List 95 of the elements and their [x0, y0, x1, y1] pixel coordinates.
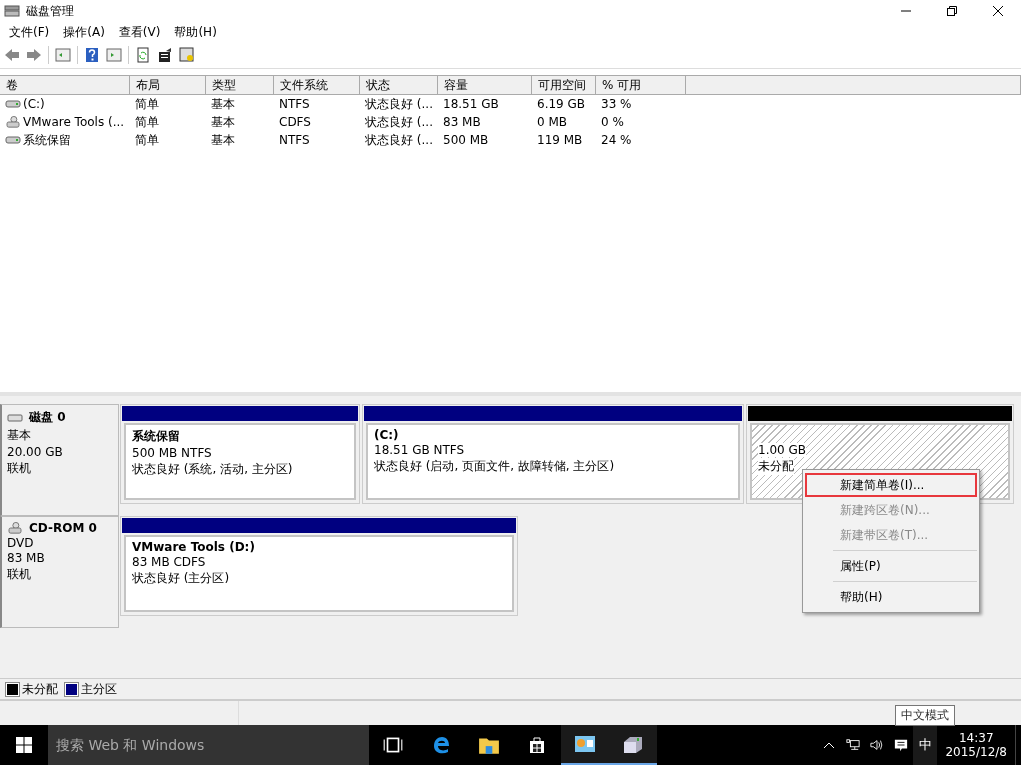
legend-label: 主分区	[81, 680, 117, 698]
network-icon[interactable]	[846, 738, 861, 752]
taskbar-app-button[interactable]	[561, 725, 609, 765]
help-icon[interactable]	[84, 47, 100, 63]
notification-icon[interactable]	[894, 738, 909, 752]
partition-status: 状态良好 (系统, 活动, 主分区)	[132, 461, 293, 478]
legend-label: 未分配	[22, 680, 58, 698]
table-cell: 基本	[211, 131, 235, 149]
drive-icon	[7, 411, 23, 424]
panel-icon[interactable]	[106, 47, 122, 63]
clock-time: 14:37	[958, 731, 994, 745]
disk-type: DVD	[7, 536, 35, 550]
context-menu-item[interactable]: 新建简单卷(I)...	[805, 473, 977, 497]
table-cell: CDFS	[279, 115, 311, 129]
close-icon[interactable]	[992, 5, 1004, 17]
table-cell: 简单	[135, 131, 159, 149]
disk-size: 83 MB	[7, 551, 46, 565]
menu-item[interactable]: 操作(A)	[56, 23, 112, 41]
forward-arrow-icon[interactable]	[26, 47, 42, 63]
table-cell: 状态良好 (...	[365, 113, 433, 131]
table-cell: 基本	[211, 95, 235, 113]
column-header[interactable]: 状态	[360, 75, 438, 95]
table-cell: NTFS	[279, 133, 310, 147]
folder-icon	[478, 735, 500, 755]
control-panel-icon	[574, 734, 596, 754]
menu-item[interactable]: 查看(V)	[111, 23, 168, 41]
column-header[interactable]: 卷	[0, 75, 130, 95]
restore-icon[interactable]	[946, 5, 958, 17]
partition-block[interactable]: (C:) 18.51 GB NTFS 状态良好 (启动, 页面文件, 故障转储, 主分区)	[366, 423, 740, 500]
refresh-icon[interactable]	[135, 47, 151, 63]
table-cell: NTFS	[279, 97, 310, 111]
column-header[interactable]: 容量	[438, 75, 532, 95]
column-header[interactable]: % 可用	[596, 75, 686, 95]
clock-date: 2015/12/8	[945, 745, 1007, 759]
task-view-icon	[382, 735, 404, 755]
disk-size: 20.00 GB	[7, 445, 64, 459]
speaker-icon[interactable]	[870, 738, 885, 752]
search-field[interactable]: 搜索 Web 和 Windows	[48, 725, 369, 765]
partition-block[interactable]: VMware Tools (D:) 83 MB CDFS 状态良好 (主分区)	[124, 535, 514, 612]
disk-name: CD-ROM 0	[29, 521, 97, 535]
disk-type: 基本	[7, 427, 32, 444]
partition-size: 18.51 GB NTFS	[374, 443, 465, 457]
table-cell: 基本	[211, 113, 235, 131]
clock[interactable]: 14:37 2015/12/8	[937, 731, 1015, 759]
table-cell: 6.19 GB	[537, 97, 586, 111]
table-cell: 24 %	[601, 133, 632, 147]
window-title: 磁盘管理	[26, 2, 74, 20]
partition-size: 83 MB CDFS	[132, 555, 206, 569]
table-cell: VMware Tools (...	[23, 115, 125, 129]
drive-icon	[5, 98, 21, 110]
disk-status: 联机	[7, 566, 32, 583]
partition-block[interactable]: 系统保留 500 MB NTFS 状态良好 (系统, 活动, 主分区)	[124, 423, 356, 500]
table-cell: 83 MB	[443, 115, 481, 129]
disk-drive-icon	[622, 734, 644, 754]
disk-icon	[4, 5, 20, 17]
partition-status: 状态良好 (启动, 页面文件, 故障转储, 主分区)	[374, 458, 615, 475]
column-header[interactable]: 可用空间	[532, 75, 596, 95]
windows-start-icon[interactable]	[16, 737, 32, 753]
table-cell: 119 MB	[537, 133, 583, 147]
drive-icon	[5, 134, 21, 146]
partition-size: 1.00 GB	[758, 443, 807, 457]
context-menu-item[interactable]: 帮助(H)	[805, 585, 977, 609]
properties-icon[interactable]	[157, 47, 173, 63]
table-cell: (C:)	[23, 97, 45, 111]
back-arrow-icon[interactable]	[4, 47, 20, 63]
table-cell: 系统保留	[23, 131, 71, 149]
column-header[interactable]: 文件系统	[274, 75, 360, 95]
disk-status: 联机	[7, 460, 32, 477]
ime-indicator[interactable]: 中	[913, 725, 938, 765]
table-cell: 状态良好 (...	[365, 131, 433, 149]
menu-item[interactable]: 帮助(H)	[167, 23, 224, 41]
partition-size: 500 MB NTFS	[132, 446, 212, 460]
partition-title: VMware Tools (D:)	[132, 540, 256, 554]
cd-drive-icon	[7, 522, 23, 534]
partition-status: 状态良好 (主分区)	[132, 570, 230, 587]
panel-icon[interactable]	[55, 47, 71, 63]
tooltip: 中文模式	[895, 705, 955, 726]
table-cell: 0 MB	[537, 115, 568, 129]
cd-drive-icon	[5, 116, 21, 128]
table-cell: 500 MB	[443, 133, 489, 147]
taskbar-app-button[interactable]	[609, 725, 657, 765]
menu-item[interactable]: 文件(F)	[2, 23, 57, 41]
table-cell: 简单	[135, 113, 159, 131]
table-cell: 0 %	[601, 115, 624, 129]
partition-title: (C:)	[374, 428, 400, 442]
disk-name: 磁盘 0	[29, 409, 66, 426]
table-cell: 状态良好 (...	[365, 95, 433, 113]
table-cell: 33 %	[601, 97, 632, 111]
partition-title: 系统保留	[132, 428, 181, 445]
column-header[interactable]: 布局	[130, 75, 206, 95]
column-header[interactable]: 类型	[206, 75, 274, 95]
context-menu-item[interactable]: 属性(P)	[805, 554, 977, 578]
partition-status: 未分配	[758, 458, 794, 475]
table-cell: 简单	[135, 95, 159, 113]
table-cell: 18.51 GB	[443, 97, 499, 111]
